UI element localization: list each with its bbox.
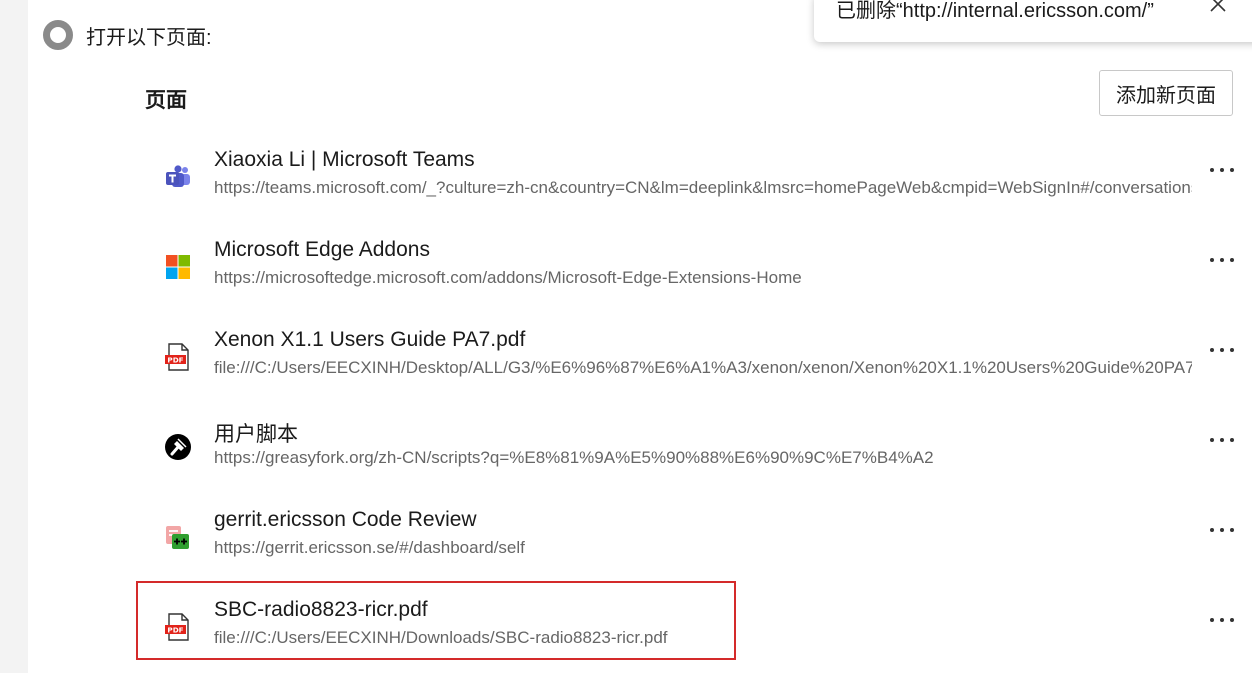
gerrit-icon [166, 526, 189, 549]
radio-button-selected[interactable] [43, 20, 73, 50]
radio-label: 打开以下页面: [86, 26, 212, 49]
more-options-icon[interactable] [1210, 610, 1234, 630]
page-url: https://greasyfork.org/zh-CN/scripts?q=%… [214, 448, 934, 467]
page-list-item[interactable]: PDF Xenon X1.1 Users Guide PA7.pdf file:… [136, 320, 1246, 400]
more-options-icon[interactable] [1210, 520, 1234, 540]
page-url: file:///C:/Users/EECXINH/Downloads/SBC-r… [214, 628, 668, 647]
svg-text:PDF: PDF [167, 355, 183, 364]
page-title: 用户脚本 [214, 423, 298, 446]
page-title: gerrit.ericsson Code Review [214, 508, 477, 531]
more-options-icon[interactable] [1210, 160, 1234, 180]
page-url: file:///C:/Users/EECXINH/Desktop/ALL/G3/… [214, 358, 1192, 377]
add-new-page-button[interactable]: 添加新页面 [1099, 70, 1233, 116]
page-title: Xenon X1.1 Users Guide PA7.pdf [214, 328, 526, 351]
svg-text:PDF: PDF [167, 625, 183, 634]
more-options-icon[interactable] [1210, 340, 1234, 360]
page-title: Microsoft Edge Addons [214, 238, 430, 261]
teams-icon [166, 165, 190, 187]
close-icon[interactable] [1208, 0, 1228, 14]
page-url: https://gerrit.ericsson.se/#/dashboard/s… [214, 538, 525, 557]
microsoft-logo-icon [166, 255, 190, 279]
more-options-icon[interactable] [1210, 250, 1234, 270]
more-options-icon[interactable] [1210, 430, 1234, 450]
pdf-icon: PDF [165, 343, 189, 371]
section-title: 页面 [145, 89, 187, 112]
page-list-item[interactable]: 用户脚本 https://greasyfork.org/zh-CN/script… [136, 410, 1246, 490]
pdf-icon: PDF [165, 613, 189, 641]
page-title: SBC-radio8823-ricr.pdf [214, 598, 428, 621]
greasyfork-icon [165, 434, 191, 460]
open-pages-option[interactable]: 打开以下页面: [43, 20, 212, 50]
toast-message: 已删除“http://internal.ericsson.com/” [836, 0, 1154, 22]
page-url: https://teams.microsoft.com/_?culture=zh… [214, 178, 1192, 197]
page-list-item[interactable]: gerrit.ericsson Code Review https://gerr… [136, 500, 1246, 580]
toast-notification: 已删除“http://internal.ericsson.com/” [814, 0, 1252, 42]
page-list-item[interactable]: PDF SBC-radio8823-ricr.pdf file:///C:/Us… [136, 590, 1246, 670]
page-title: Xiaoxia Li | Microsoft Teams [214, 148, 475, 171]
page-list-item[interactable]: Xiaoxia Li | Microsoft Teams https://tea… [136, 140, 1246, 220]
page-list-item[interactable]: Microsoft Edge Addons https://microsofte… [136, 230, 1246, 310]
page-url: https://microsoftedge.microsoft.com/addo… [214, 268, 802, 287]
